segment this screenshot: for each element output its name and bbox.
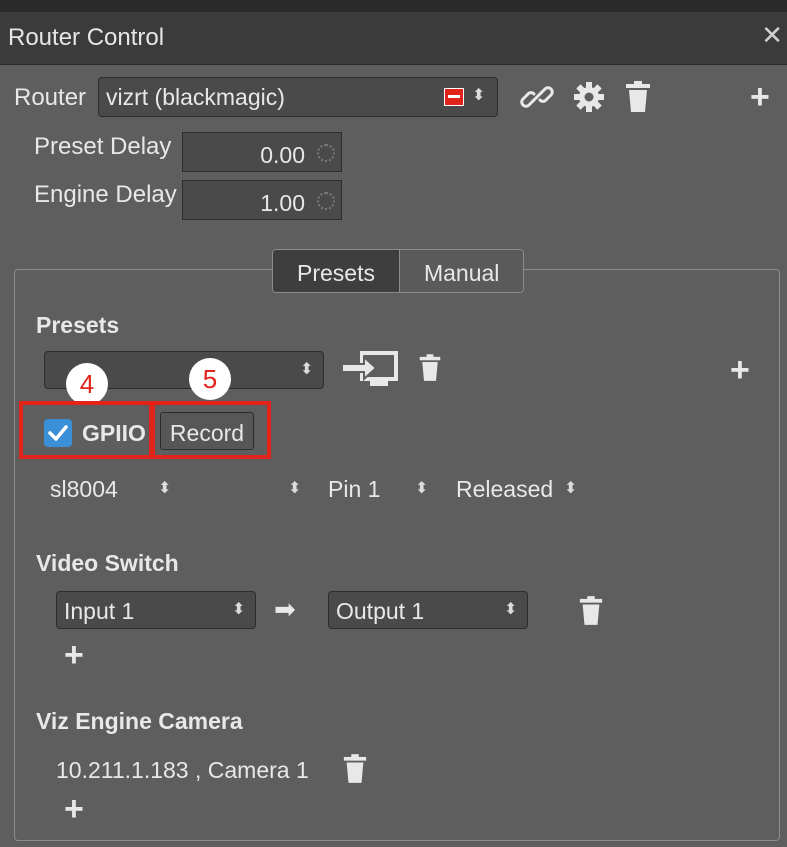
window-title: Router Control bbox=[8, 24, 165, 51]
add-camera-icon[interactable]: + bbox=[64, 790, 84, 829]
annotation-badge-4: 4 bbox=[66, 363, 108, 405]
output-dropdown[interactable]: Output 1 ⬍ bbox=[328, 591, 528, 629]
camera-entry: 10.211.1.183 , Camera 1 bbox=[56, 757, 309, 783]
gear-icon[interactable] bbox=[572, 80, 606, 114]
engine-delay-field[interactable]: 1.00 bbox=[182, 180, 342, 220]
reset-icon[interactable] bbox=[317, 192, 335, 210]
updown-arrows-icon[interactable]: ⬍ bbox=[564, 481, 577, 497]
updown-arrows-icon: ⬍ bbox=[232, 601, 246, 618]
gpi-pin-value[interactable]: Pin 1 bbox=[328, 476, 380, 503]
updown-arrows-icon: ⬍ bbox=[300, 361, 314, 378]
engine-delay-label: Engine Delay bbox=[34, 181, 177, 208]
trash-icon[interactable] bbox=[418, 352, 442, 384]
input-selected-value: Input 1 bbox=[64, 598, 135, 624]
engine-delay-value: 1.00 bbox=[260, 190, 305, 216]
updown-arrows-icon: ⬍ bbox=[504, 601, 518, 618]
router-dropdown[interactable]: vizrt (blackmagic) ⬍ bbox=[98, 77, 498, 117]
updown-arrows-icon[interactable]: ⬍ bbox=[288, 481, 301, 497]
video-switch-heading: Video Switch bbox=[36, 550, 179, 576]
arrow-right-icon: ➡ bbox=[274, 594, 296, 624]
updown-arrows-icon[interactable]: ⬍ bbox=[158, 481, 171, 497]
preset-delay-value: 0.00 bbox=[260, 142, 305, 168]
preset-delay-label: Preset Delay bbox=[34, 133, 172, 160]
add-switch-icon[interactable]: + bbox=[64, 636, 84, 675]
presets-heading: Presets bbox=[36, 312, 120, 338]
checkmark-icon bbox=[48, 425, 68, 441]
record-button[interactable]: Record bbox=[160, 412, 254, 450]
input-dropdown[interactable]: Input 1 ⬍ bbox=[56, 591, 256, 629]
close-icon[interactable]: ✕ bbox=[761, 22, 783, 48]
updown-arrows-icon[interactable]: ⬍ bbox=[415, 481, 428, 497]
reset-icon[interactable] bbox=[317, 144, 335, 162]
trash-icon[interactable] bbox=[624, 80, 652, 114]
trash-icon[interactable] bbox=[342, 752, 368, 786]
camera-heading: Viz Engine Camera bbox=[36, 708, 243, 734]
link-icon[interactable] bbox=[520, 80, 554, 114]
updown-arrows-icon: ⬍ bbox=[472, 87, 486, 104]
tab-manual[interactable]: Manual bbox=[398, 250, 524, 292]
router-status-icon bbox=[444, 88, 464, 106]
gpio-label: GPIIO bbox=[82, 420, 146, 446]
load-preset-icon[interactable] bbox=[340, 350, 400, 390]
preset-delay-field[interactable]: 0.00 bbox=[182, 132, 342, 172]
gpi-state-value[interactable]: Released bbox=[456, 476, 553, 503]
top-strip bbox=[0, 0, 787, 12]
add-router-icon[interactable]: + bbox=[750, 78, 770, 117]
gpio-checkbox[interactable] bbox=[44, 419, 72, 447]
gpi-device-value[interactable]: sl8004 bbox=[50, 476, 118, 503]
tab-presets[interactable]: Presets bbox=[273, 250, 399, 292]
router-label: Router bbox=[14, 84, 87, 111]
tab-bar: Presets Manual bbox=[272, 249, 525, 293]
output-selected-value: Output 1 bbox=[336, 598, 425, 624]
title-bar: Router Control ✕ bbox=[0, 12, 787, 65]
add-preset-icon[interactable]: + bbox=[730, 351, 750, 390]
trash-icon[interactable] bbox=[578, 594, 604, 628]
router-selected-value: vizrt (blackmagic) bbox=[106, 84, 285, 110]
annotation-badge-5: 5 bbox=[189, 358, 231, 400]
